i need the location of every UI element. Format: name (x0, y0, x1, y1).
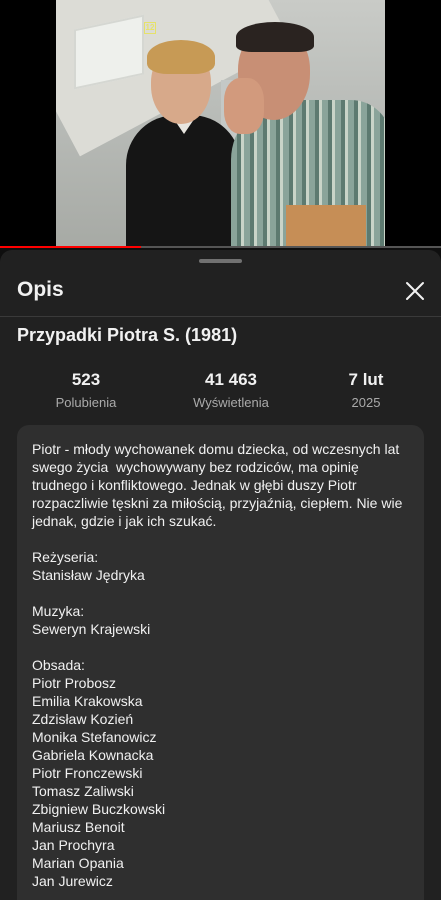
cast-section: Obsada: Piotr Probosz Emilia Krakowska Z… (32, 656, 409, 890)
music-section: Muzyka: Seweryn Krajewski (32, 602, 409, 638)
stats-row: 523 Polubienia 41 463 Wyświetlenia 7 lut… (0, 370, 441, 414)
director-section: Reżyseria: Stanisław Jędryka (32, 548, 409, 584)
sheet-drag-handle[interactable] (199, 259, 242, 263)
header-divider (0, 316, 441, 317)
frame-boy-hair (147, 40, 215, 74)
cast-member: Jan Prochyra (32, 837, 115, 853)
cast-member: Zdzisław Kozień (32, 711, 134, 727)
video-progress-bar[interactable] (0, 246, 441, 248)
stat-label: Polubienia (55, 395, 117, 410)
description-box[interactable]: Piotr - młody wychowanek domu dziecka, o… (17, 425, 424, 900)
video-player[interactable]: 12 (0, 0, 441, 248)
stat-label: 2025 (351, 395, 381, 410)
stat-label: Wyświetlenia (193, 395, 269, 410)
cast-member: Marian Opania (32, 855, 124, 871)
stat-value: 7 lut (348, 370, 384, 389)
close-button[interactable] (400, 276, 430, 306)
cast-member: Gabriela Kownacka (32, 747, 154, 763)
stat-value: 41 463 (205, 370, 257, 389)
cast-member: Piotr Probosz (32, 675, 117, 691)
frame-boy (126, 115, 241, 246)
music-name: Seweryn Krajewski (32, 621, 151, 637)
cast-member: Emilia Krakowska (32, 693, 143, 709)
cast-member: Zbigniew Buczkowski (32, 801, 166, 817)
frame-man-hair (236, 22, 314, 52)
stat-views: 41 463 Wyświetlenia (161, 370, 301, 410)
cast-member: Mariusz Benoit (32, 819, 125, 835)
video-title: Przypadki Piotra S. (1981) (17, 325, 238, 345)
close-icon (406, 282, 424, 300)
stat-value: 523 (71, 370, 101, 389)
stat-likes: 523 Polubienia (16, 370, 156, 410)
music-label: Muzyka: (32, 603, 85, 619)
director-name: Stanisław Jędryka (32, 567, 145, 583)
cast-member: Piotr Fronczewski (32, 765, 143, 781)
cast-member: Monika Stefanowicz (32, 729, 157, 745)
director-label: Reżyseria: (32, 549, 99, 565)
cast-label: Obsada: (32, 657, 85, 673)
video-frame[interactable]: 12 (56, 0, 385, 246)
cast-member: Jan Jurewicz (32, 873, 113, 889)
stat-date: 7 lut 2025 (296, 370, 436, 410)
video-progress-fill (0, 246, 142, 248)
cast-member: Tomasz Zaliwski (32, 783, 134, 799)
frame-man-hand (224, 78, 264, 134)
frame-man-pants (286, 205, 366, 246)
sheet-title: Opis (17, 278, 64, 301)
description-summary: Piotr - młody wychowanek domu dziecka, o… (32, 441, 407, 529)
age-rating-badge: 12 (144, 22, 156, 34)
description-sheet: Opis Przypadki Piotra S. (1981) 523 Polu… (0, 250, 441, 900)
